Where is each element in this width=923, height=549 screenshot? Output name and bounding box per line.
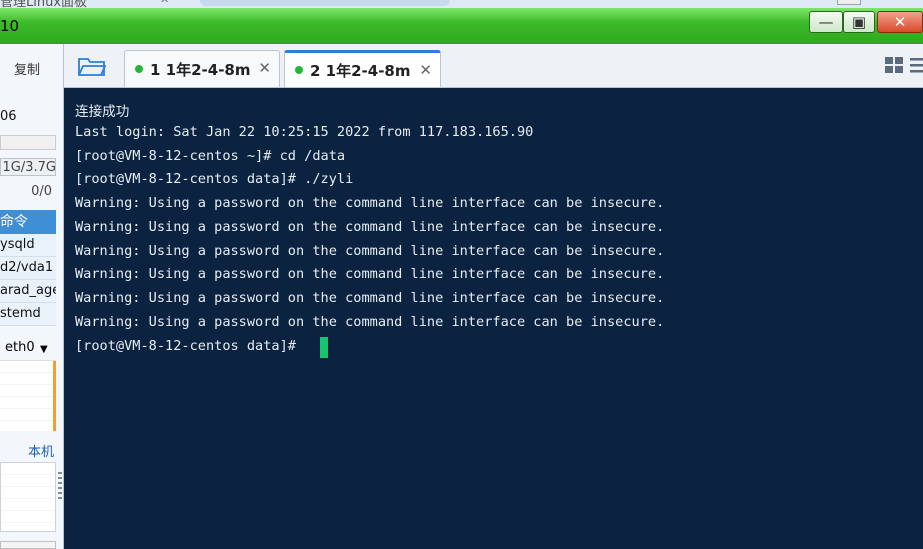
session-tab-1[interactable]: 1 1年2-4-8m ✕ xyxy=(124,50,280,87)
network-traffic-graph xyxy=(0,360,56,431)
graph-scroll-bar xyxy=(53,361,56,431)
sidebar-bottom-control[interactable] xyxy=(0,541,56,549)
sidebar-resize-handle[interactable] xyxy=(58,472,62,502)
terminal-line: [root@VM-8-12-centos ~]# cd /data xyxy=(75,148,346,164)
window-title: 10 xyxy=(0,17,20,35)
process-row[interactable]: stemd xyxy=(0,303,56,326)
terminal-line: [root@VM-8-12-centos data]# ./zyli xyxy=(75,171,354,187)
terminal-line: Warning: Using a password on the command… xyxy=(75,243,665,259)
copy-button[interactable]: 复制 xyxy=(14,59,40,78)
terminal-line: Warning: Using a password on the command… xyxy=(75,314,665,330)
terminal-line: Warning: Using a password on the command… xyxy=(75,219,665,235)
terminal-cursor xyxy=(320,337,328,358)
terminal-prompt: [root@VM-8-12-centos data]# xyxy=(75,338,296,354)
cpu-usage-bar xyxy=(0,135,56,150)
close-icon[interactable]: ✕ xyxy=(419,61,432,79)
disk-usage-graph xyxy=(0,462,56,532)
terminal-line: Last login: Sat Jan 22 10:25:15 2022 fro… xyxy=(75,124,534,140)
swap-usage-text: 0/0 xyxy=(31,184,52,199)
chevron-down-icon[interactable]: ▼ xyxy=(40,344,48,355)
background-tab[interactable] xyxy=(200,0,450,6)
session-tab-2[interactable]: 2 1年2-4-8m ✕ xyxy=(284,50,441,87)
close-button[interactable]: ✕ xyxy=(877,11,923,33)
window-titlebar[interactable]: 10 — ▣ ✕ xyxy=(0,8,923,44)
minimize-button[interactable]: — xyxy=(809,11,843,33)
folder-icon[interactable] xyxy=(78,56,106,76)
tab-label: 1 1年2-4-8m xyxy=(150,60,251,79)
grid-view-icon[interactable] xyxy=(884,56,904,74)
list-view-icon[interactable] xyxy=(909,56,923,74)
terminal-line: Warning: Using a password on the command… xyxy=(75,195,665,211)
process-row[interactable]: d2/vda1 xyxy=(0,257,56,280)
terminal-line: 连接成功 xyxy=(75,104,130,120)
process-column-header[interactable]: 命令 xyxy=(0,210,56,234)
terminal-output[interactable]: 连接成功 Last login: Sat Jan 22 10:25:15 202… xyxy=(64,88,923,549)
memory-usage-text: 1G/3.7G xyxy=(2,160,56,175)
network-interface-select[interactable]: eth0 xyxy=(5,340,35,355)
process-row[interactable]: ysqld xyxy=(0,234,56,257)
close-icon[interactable]: ✕ xyxy=(258,59,271,77)
background-window-title: 管理Linux面板 xyxy=(0,0,88,8)
connected-status-dot xyxy=(295,66,303,74)
process-row[interactable]: arad_age xyxy=(0,280,56,303)
terminal-line: Warning: Using a password on the command… xyxy=(75,266,665,282)
background-window-button[interactable] xyxy=(837,0,861,5)
top-window-strip: 管理Linux面板 ✕ xyxy=(0,0,923,8)
maximize-button[interactable]: ▣ xyxy=(843,11,875,33)
terminal-line: Warning: Using a password on the command… xyxy=(75,290,665,306)
background-tab-close-icon: ✕ xyxy=(160,0,169,6)
host-address-fragment: 06 xyxy=(0,109,17,124)
tab-label: 2 1年2-4-8m xyxy=(310,61,411,80)
local-disk-label[interactable]: 本机 xyxy=(28,441,54,460)
session-tab-bar: 1 1年2-4-8m ✕ 2 1年2-4-8m ✕ xyxy=(64,44,923,88)
server-status-sidebar: 复制 06 1G/3.7G 0/0 命令 ysqld d2/vda1 arad_… xyxy=(0,44,64,549)
connected-status-dot xyxy=(135,65,143,73)
